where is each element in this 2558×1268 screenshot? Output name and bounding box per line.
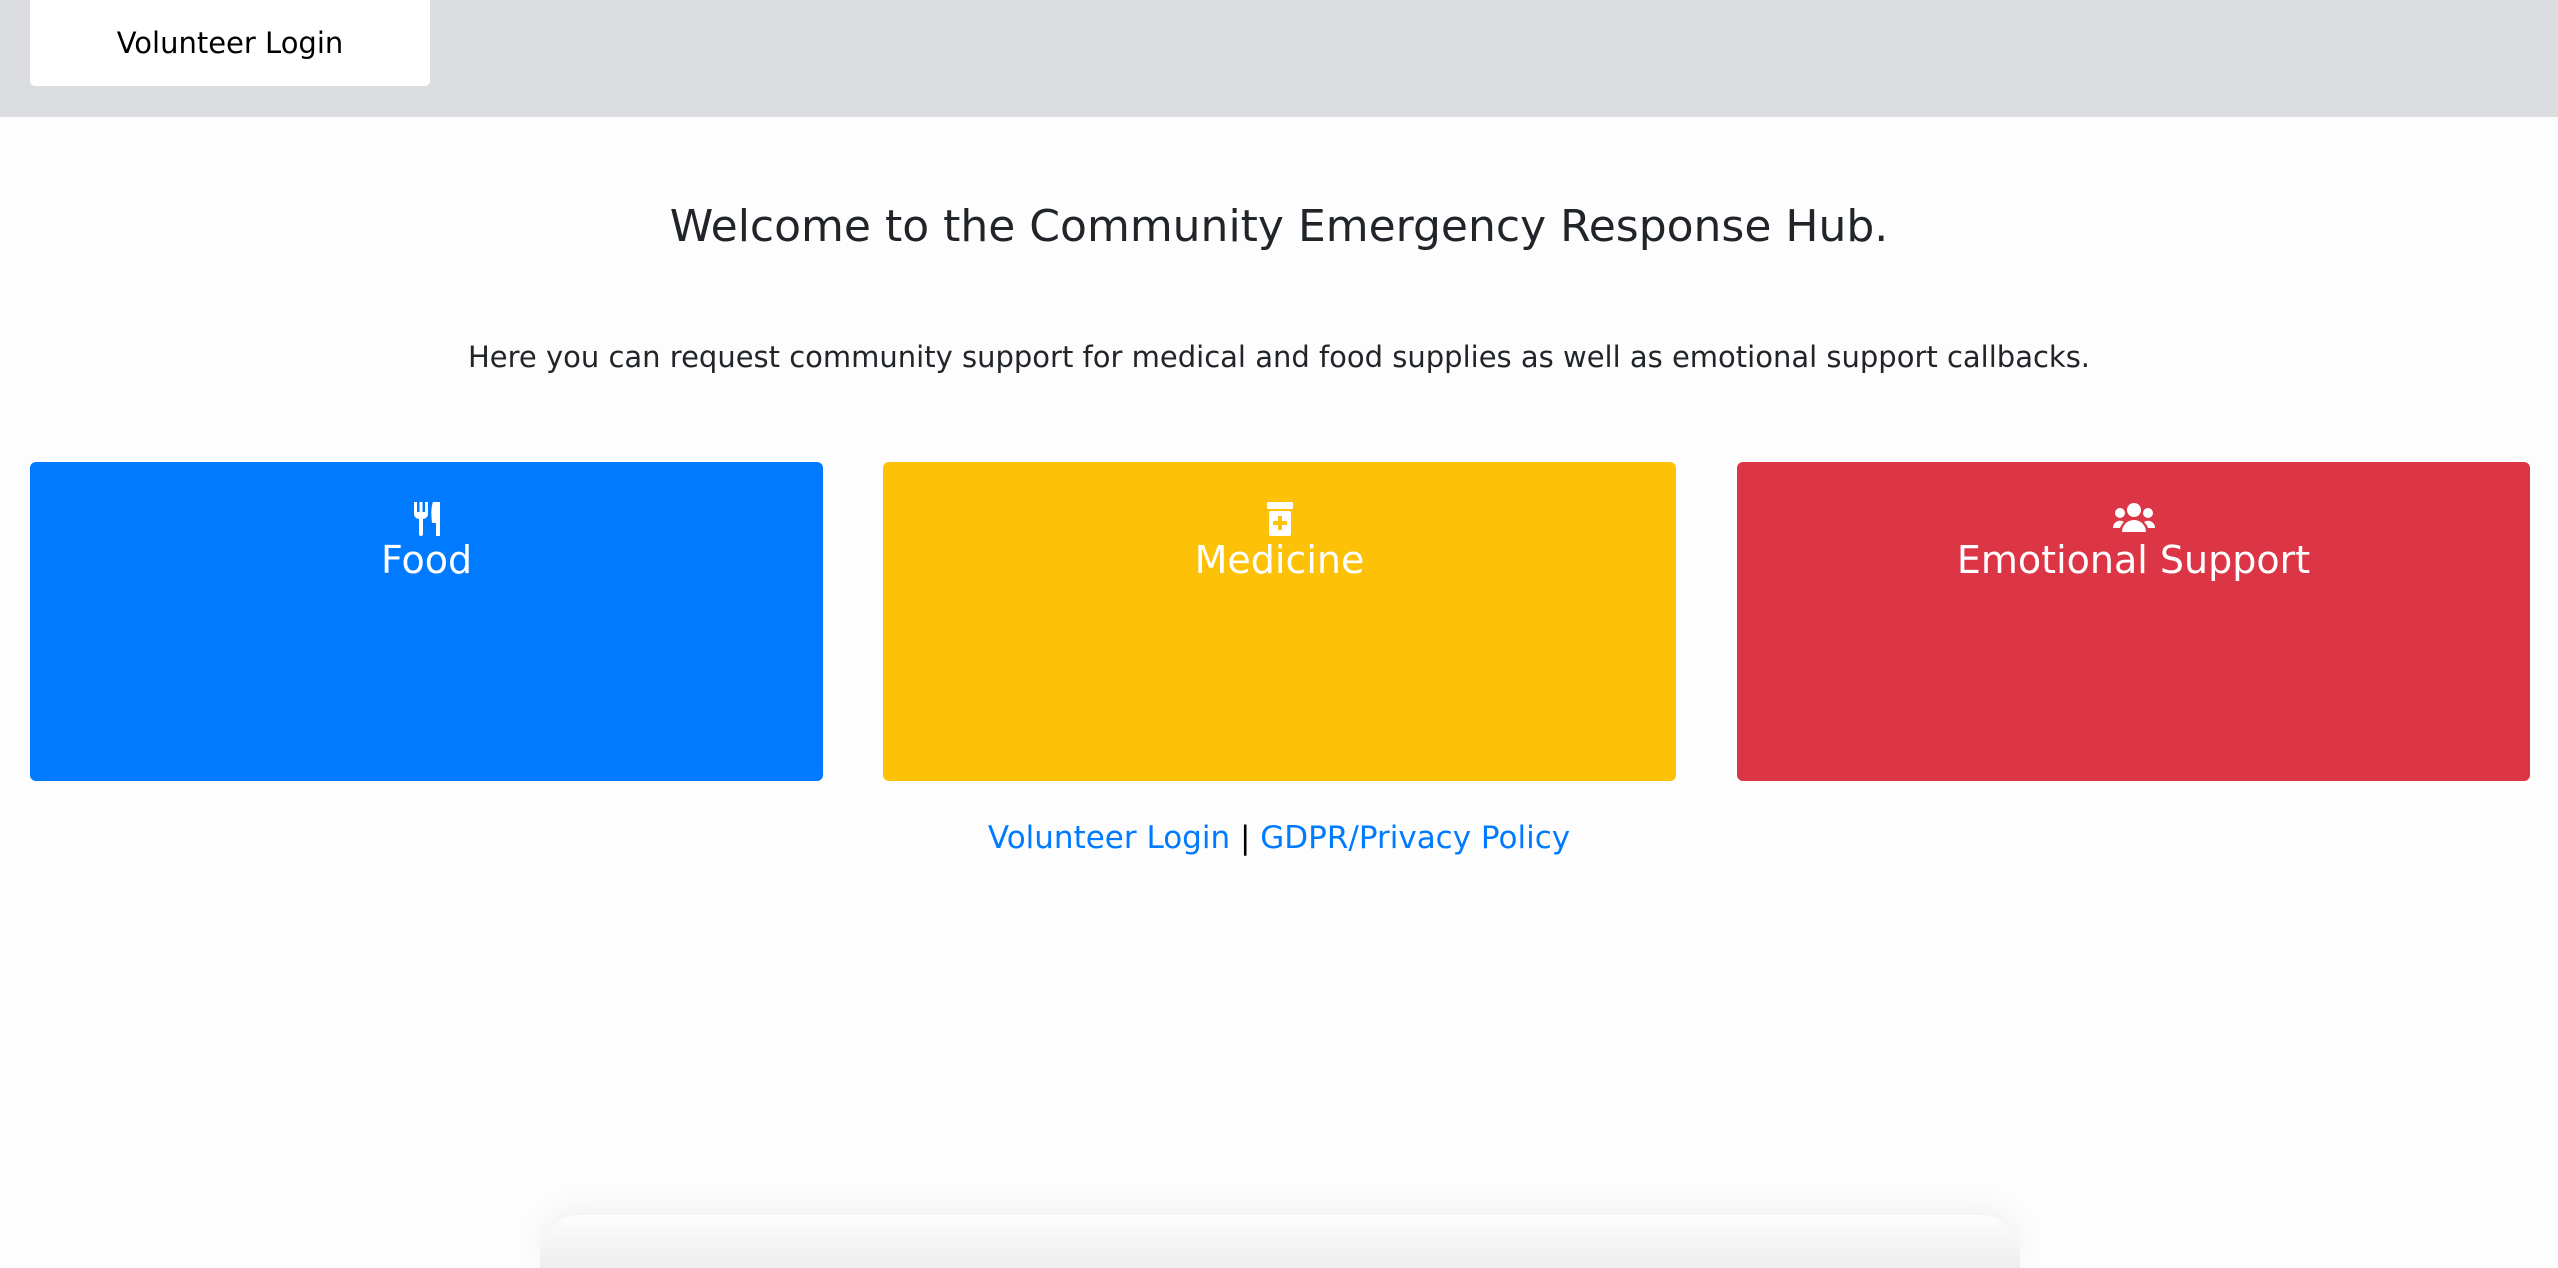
footer-separator: | bbox=[1239, 820, 1251, 856]
utensils-icon bbox=[30, 502, 823, 538]
emotional-support-card[interactable]: Emotional Support bbox=[1737, 462, 2530, 781]
page-subtitle: Here you can request community support f… bbox=[467, 340, 2091, 374]
bottom-overlay-edge bbox=[540, 1215, 2020, 1268]
volunteer-login-button[interactable]: Volunteer Login bbox=[30, 0, 430, 86]
footer-privacy-policy-link[interactable]: GDPR/Privacy Policy bbox=[1260, 820, 1570, 856]
prescription-bottle-icon bbox=[883, 502, 1676, 538]
medicine-card[interactable]: Medicine bbox=[883, 462, 1676, 781]
food-card-label: Food bbox=[380, 538, 473, 582]
emotional-support-card-label: Emotional Support bbox=[1956, 538, 2311, 582]
users-icon bbox=[1737, 502, 2530, 538]
page-title: Welcome to the Community Emergency Respo… bbox=[669, 201, 1889, 252]
footer-links: Volunteer Login | GDPR/Privacy Policy bbox=[0, 814, 2558, 862]
footer-volunteer-login-link[interactable]: Volunteer Login bbox=[988, 820, 1230, 856]
food-card[interactable]: Food bbox=[30, 462, 823, 781]
medicine-card-label: Medicine bbox=[1194, 538, 1365, 582]
top-nav-bar: Volunteer Login bbox=[0, 0, 2558, 117]
